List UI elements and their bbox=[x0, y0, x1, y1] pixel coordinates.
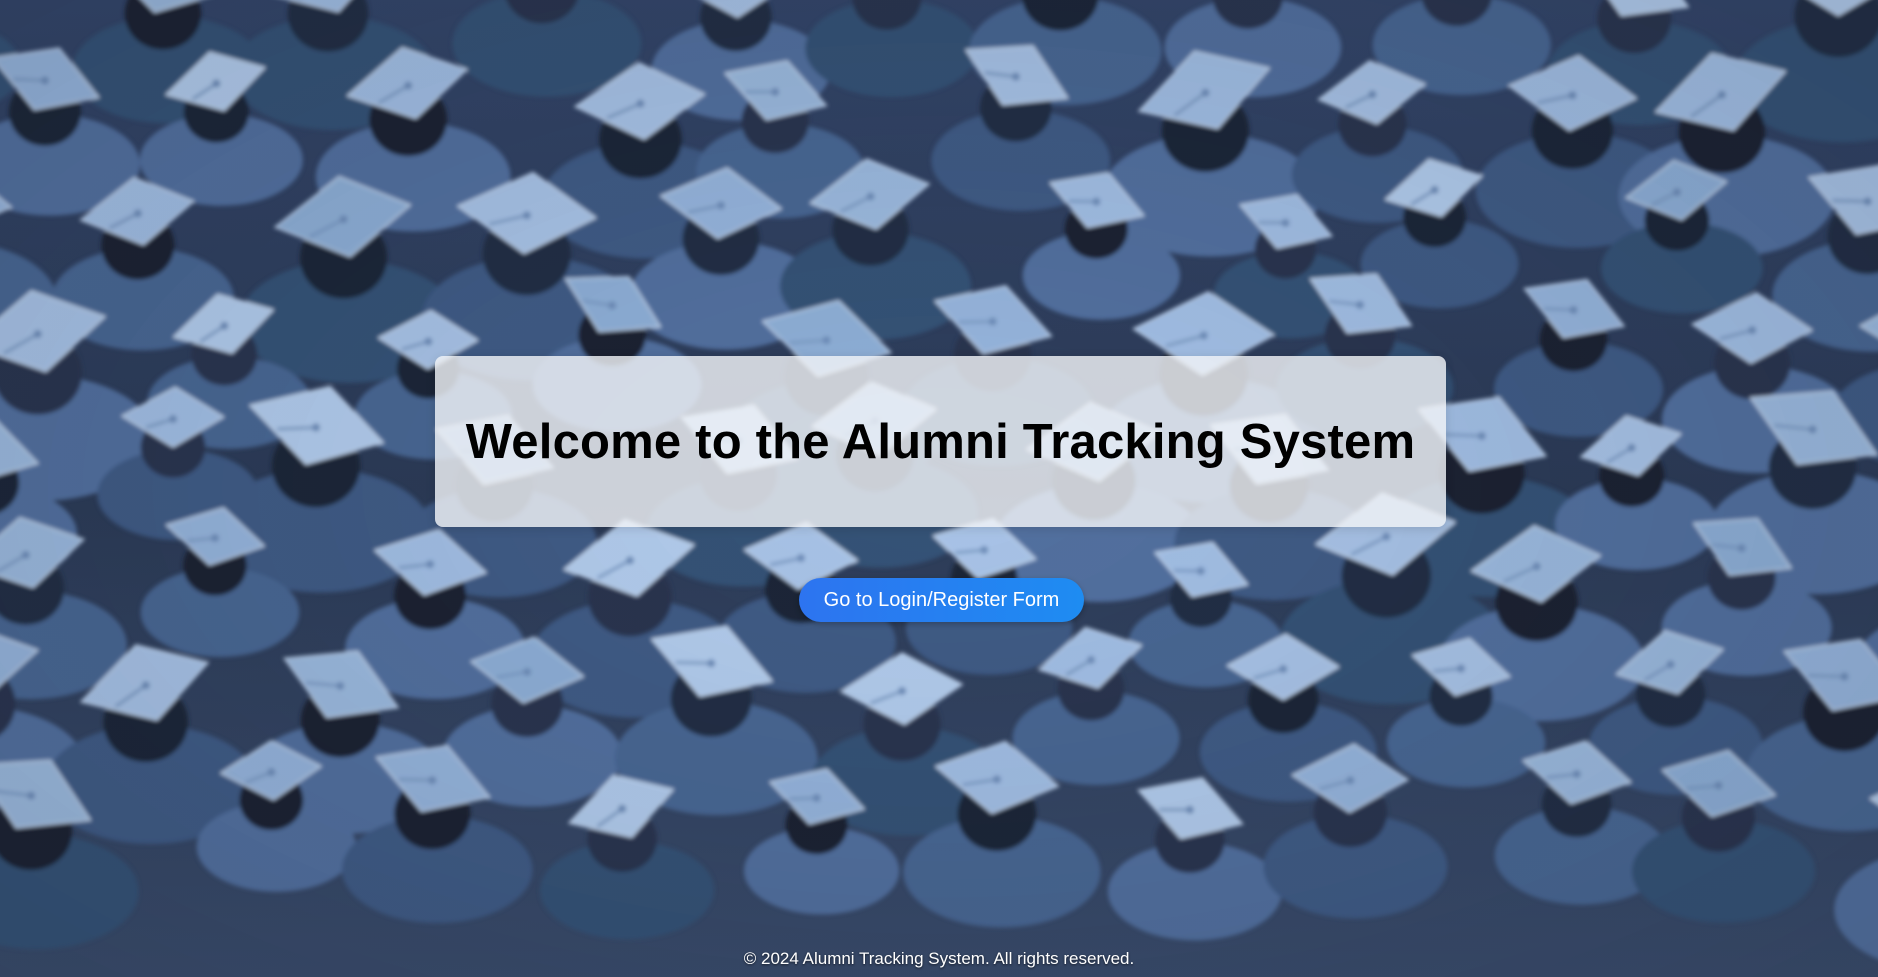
login-register-button[interactable]: Go to Login/Register Form bbox=[799, 578, 1084, 622]
page-title: Welcome to the Alumni Tracking System bbox=[465, 414, 1416, 469]
landing-page: Welcome to the Alumni Tracking System Go… bbox=[0, 0, 1878, 977]
footer-copyright: © 2024 Alumni Tracking System. All right… bbox=[743, 949, 1135, 968]
welcome-panel: Welcome to the Alumni Tracking System bbox=[435, 356, 1446, 527]
